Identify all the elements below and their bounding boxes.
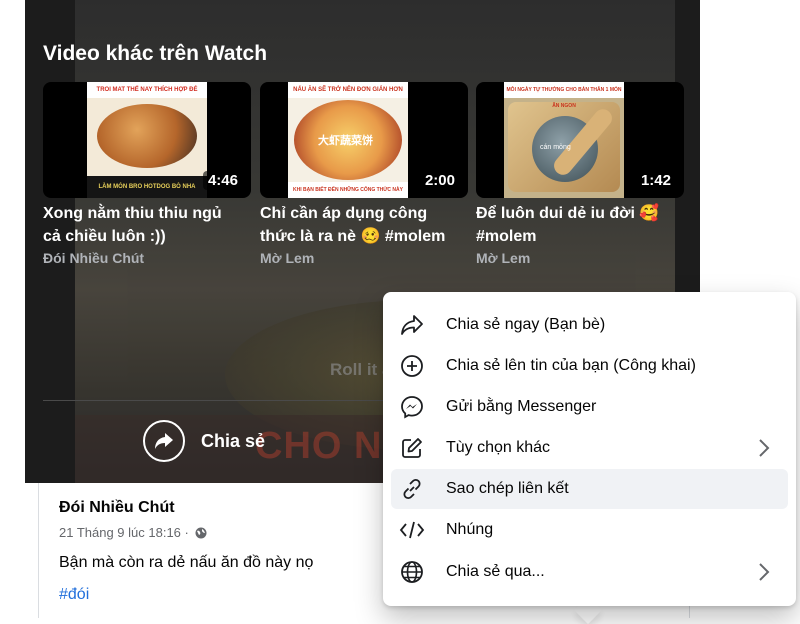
video-title-line: #molem xyxy=(476,228,537,245)
menu-item-share-story[interactable]: Chia sẻ lên tin của bạn (Công khai) xyxy=(391,346,788,386)
menu-item-label: Sao chép liên kết xyxy=(446,480,569,497)
chevron-right-icon xyxy=(759,439,770,457)
video-card[interactable]: TROI MAT THẾ NAY THÍCH HỢP ĐÉ LÀM MÓN BR… xyxy=(43,82,251,266)
menu-item-messenger[interactable]: Gửi bằng Messenger xyxy=(391,387,788,427)
video-title-line: Chỉ cần áp dụng công xyxy=(260,205,428,222)
menu-item-label: Tùy chọn khác xyxy=(446,439,551,456)
video-thumbnail[interactable]: cán mỏng MỖI NGÀY TỰ THƯỞNG CHO BẢN THÂN… xyxy=(476,82,684,198)
messenger-icon xyxy=(399,394,425,420)
video-title[interactable]: Để luôn dui dẻ iu đời 🥰 #molem xyxy=(476,202,684,248)
video-thumbnail[interactable]: TROI MAT THẾ NAY THÍCH HỢP ĐÉ LÀM MÓN BR… xyxy=(43,82,251,198)
video-channel[interactable]: Mờ Lem xyxy=(476,250,684,266)
thumbnail-text: 大虾蔬菜饼 xyxy=(318,135,373,147)
menu-item-label: Chia sẻ ngay (Bạn bè) xyxy=(446,316,606,333)
link-icon xyxy=(399,476,425,502)
menu-item-more-options[interactable]: Tùy chọn khác xyxy=(391,428,788,468)
thumbnail-footer: KHI BẠN BIẾT ĐẾN NHỮNG CÔNG THỨC NÀY xyxy=(288,182,408,198)
video-channel[interactable]: Mờ Lem xyxy=(260,250,468,266)
video-title-line: cả chiều luôn :)) xyxy=(43,228,166,245)
plus-circle-icon xyxy=(399,353,425,379)
thumbnail-text: cán mỏng xyxy=(540,144,571,151)
thumbnail-banner: NẤU ĂN SẼ TRỞ NÊN ĐƠN GIẢN HƠN xyxy=(288,82,408,98)
video-duration: 2:00 xyxy=(419,171,460,190)
menu-item-embed[interactable]: Nhúng xyxy=(391,510,788,550)
video-title-line: Để luôn dui dẻ iu đời 🥰 xyxy=(476,205,660,222)
thumbnail-banner: MỖI NGÀY TỰ THƯỞNG CHO BẢN THÂN 1 MÓN ĂN… xyxy=(504,82,624,109)
timestamp-text: 21 Tháng 9 lúc 18:16 · xyxy=(59,525,189,540)
chevron-right-icon xyxy=(759,563,770,581)
video-thumbnail[interactable]: NẤU ĂN SẼ TRỞ NÊN ĐƠN GIẢN HƠN 大虾蔬菜饼 KHI… xyxy=(260,82,468,198)
player-share-label[interactable]: Chia sẻ xyxy=(201,431,265,452)
menu-item-label: Gửi bằng Messenger xyxy=(446,398,597,415)
post-hashtag[interactable]: #đói xyxy=(59,586,89,604)
thumbnail-banner: TROI MAT THẾ NAY THÍCH HỢP ĐÉ xyxy=(87,82,207,98)
post-text: Bận mà còn ra dẻ nấu ăn đồ này nọ xyxy=(59,554,314,571)
thumbnail-image: TROI MAT THẾ NAY THÍCH HỢP ĐÉ LÀM MÓN BR… xyxy=(87,82,207,198)
code-icon xyxy=(399,517,425,543)
video-card[interactable]: NẤU ĂN SẼ TRỞ NÊN ĐƠN GIẢN HƠN 大虾蔬菜饼 KHI… xyxy=(260,82,468,266)
video-card[interactable]: cán mỏng MỖI NGÀY TỰ THƯỞNG CHO BẢN THÂN… xyxy=(476,82,684,266)
thumbnail-footer: LÀM MÓN BRO HOTDOG BÒ NHA xyxy=(87,176,207,198)
globe-icon xyxy=(399,559,425,585)
food-image xyxy=(97,104,197,168)
post-author[interactable]: Đói Nhiều Chút xyxy=(59,499,175,517)
edit-icon xyxy=(399,435,425,461)
watch-section-title: Video khác trên Watch xyxy=(43,42,268,65)
menu-item-label: Nhúng xyxy=(446,521,494,538)
video-title[interactable]: Chỉ cần áp dụng công thức là ra nè 🥴 #mo… xyxy=(260,202,468,248)
menu-item-label: Chia sẻ qua... xyxy=(446,563,545,580)
video-title-line: thức là ra nè 🥴 #molem xyxy=(260,228,446,245)
video-channel[interactable]: Đói Nhiều Chút xyxy=(43,250,251,266)
thumbnail-image: NẤU ĂN SẼ TRỞ NÊN ĐƠN GIẢN HƠN 大虾蔬菜饼 KHI… xyxy=(288,82,408,198)
video-duration: 4:46 xyxy=(202,171,243,190)
video-title-line: Xong nằm thiu thiu ngủ xyxy=(43,205,222,222)
thumbnail-image: cán mỏng MỖI NGÀY TỰ THƯỞNG CHO BẢN THÂN… xyxy=(504,82,624,198)
globe-icon xyxy=(195,527,207,539)
menu-item-share-now[interactable]: Chia sẻ ngay (Bạn bè) xyxy=(391,305,788,345)
player-share-button[interactable] xyxy=(143,420,185,462)
video-title[interactable]: Xong nằm thiu thiu ngủ cả chiều luôn :)) xyxy=(43,202,251,248)
share-arrow-icon xyxy=(399,312,425,338)
menu-item-copy-link[interactable]: Sao chép liên kết xyxy=(391,469,788,509)
share-arrow-icon xyxy=(155,433,173,449)
share-menu: Chia sẻ ngay (Bạn bè) Chia sẻ lên tin củ… xyxy=(383,292,796,606)
menu-item-label: Chia sẻ lên tin của bạn (Công khai) xyxy=(446,357,696,374)
menu-item-share-via[interactable]: Chia sẻ qua... xyxy=(391,552,788,592)
post-timestamp[interactable]: 21 Tháng 9 lúc 18:16 · xyxy=(59,525,207,540)
video-duration: 1:42 xyxy=(635,171,676,190)
